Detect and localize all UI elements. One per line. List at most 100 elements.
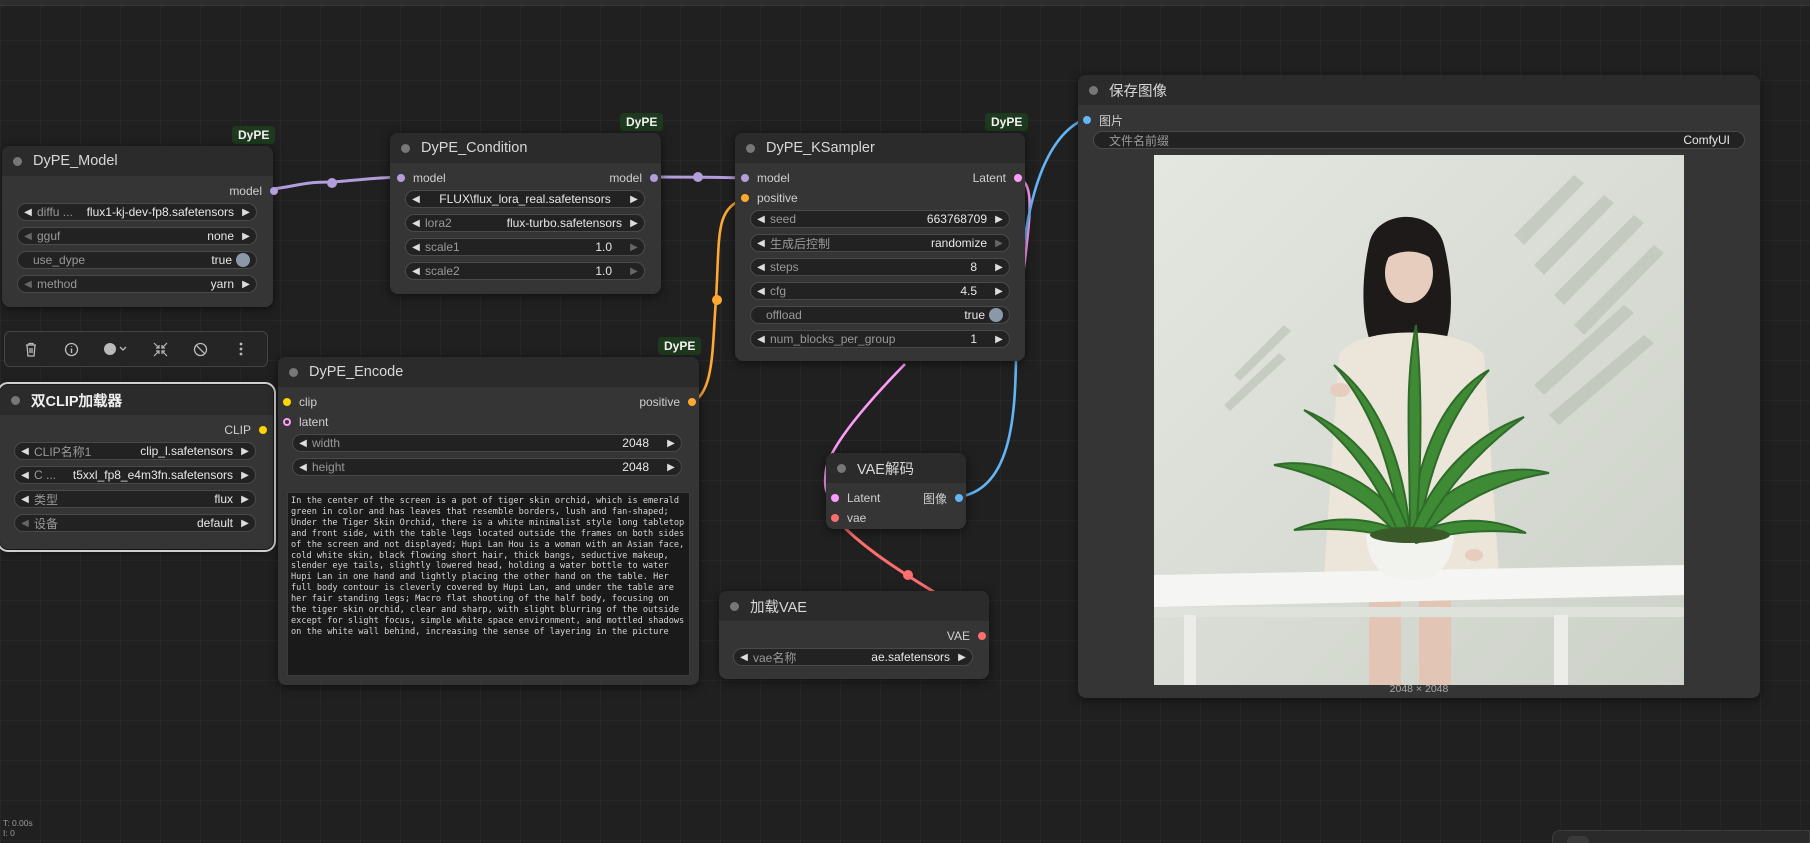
dype-model-title[interactable]: DyPE_Model: [2, 146, 273, 176]
input-pin[interactable]: [831, 494, 839, 502]
arrow-right-icon[interactable]: ▶: [665, 438, 677, 449]
arrow-right-icon[interactable]: ▶: [239, 518, 251, 529]
dype-model-node[interactable]: DyPE_Model model ◀ diffu ... flux1-kj-de…: [2, 146, 278, 307]
input-model[interactable]: model: [741, 169, 790, 187]
input-clip[interactable]: clip: [283, 393, 317, 411]
output-clip[interactable]: CLIP: [224, 421, 267, 439]
minimap-toggle[interactable]: [1567, 836, 1589, 843]
widget-diffusion-model[interactable]: ◀ diffu ... flux1-kj-dev-fp8.safetensors…: [17, 203, 257, 221]
widget-gguf[interactable]: ◀ gguf none ▶: [17, 227, 257, 245]
widget-height[interactable]: ◀ height 2048 ▶: [292, 458, 682, 476]
info-icon[interactable]: [58, 336, 84, 362]
dype-condition-node[interactable]: DyPE_Condition model model ◀ FLUX\flux_l…: [390, 133, 661, 294]
arrow-right-icon[interactable]: ▶: [993, 238, 1005, 249]
input-images[interactable]: 图片: [1083, 111, 1123, 129]
arrow-right-icon[interactable]: ▶: [239, 446, 251, 457]
arrow-left-icon[interactable]: ◀: [22, 231, 34, 242]
input-pin[interactable]: [741, 194, 749, 202]
arrow-left-icon[interactable]: ◀: [410, 266, 422, 277]
arrow-left-icon[interactable]: ◀: [738, 652, 750, 663]
widget-seed[interactable]: ◀ seed 663768709 ▶: [750, 210, 1010, 228]
arrow-left-icon[interactable]: ◀: [297, 438, 309, 449]
collapse-dot-icon[interactable]: [13, 156, 22, 166]
arrow-right-icon[interactable]: ▶: [993, 334, 1005, 345]
output-model[interactable]: model: [229, 182, 278, 200]
load-vae-node[interactable]: 加载VAE VAE ◀ vae名称 ae.safetensors ▶: [719, 591, 989, 679]
dype-ksampler-node[interactable]: DyPE_KSampler model positive Latent ◀ se…: [735, 133, 1025, 361]
arrow-left-icon[interactable]: ◀: [755, 214, 767, 225]
widget-device[interactable]: ◀ 设备 default ▶: [14, 514, 256, 532]
input-pin[interactable]: [283, 418, 291, 426]
widget-clip-name2[interactable]: ◀ C ... t5xxl_fp8_e4m3fn.safetensors ▶: [14, 466, 256, 484]
widget-filename-prefix[interactable]: 文件名前缀 ComfyUI: [1093, 131, 1745, 149]
arrow-right-icon[interactable]: ▶: [628, 194, 640, 205]
reroute-model-1[interactable]: [327, 178, 337, 188]
widget-use-dype[interactable]: use_dype true: [17, 251, 257, 269]
widget-cfg[interactable]: ◀ cfg 4.5 ▶: [750, 282, 1010, 300]
arrow-right-icon[interactable]: ▶: [993, 286, 1005, 297]
collapse-dot-icon[interactable]: [1089, 85, 1098, 95]
dype-encode-title[interactable]: DyPE_Encode: [278, 357, 699, 387]
color-icon[interactable]: [99, 336, 133, 362]
output-positive[interactable]: positive: [639, 393, 696, 411]
arrow-right-icon[interactable]: ▶: [240, 231, 252, 242]
arrow-left-icon[interactable]: ◀: [410, 242, 422, 253]
input-pin[interactable]: [831, 514, 839, 522]
dual-clip-loader-node[interactable]: 双CLIP加载器 CLIP ◀ CLIP名称1 clip_l.safetenso…: [0, 382, 276, 552]
vae-decode-title[interactable]: VAE解码: [826, 453, 966, 483]
arrow-right-icon[interactable]: ▶: [239, 470, 251, 481]
arrow-right-icon[interactable]: ▶: [240, 207, 252, 218]
input-model[interactable]: model: [397, 169, 446, 187]
more-icon[interactable]: [228, 336, 254, 362]
save-image-title[interactable]: 保存图像: [1078, 75, 1760, 105]
collapse-dot-icon[interactable]: [746, 143, 755, 153]
collapse-dot-icon[interactable]: [730, 601, 739, 611]
input-vae[interactable]: vae: [831, 509, 866, 527]
dype-encode-node[interactable]: DyPE_Encode clip latent positive ◀ width…: [278, 357, 699, 685]
input-pin[interactable]: [741, 174, 749, 182]
input-pin[interactable]: [1083, 116, 1091, 124]
input-latent[interactable]: Latent: [831, 489, 880, 507]
preview-image[interactable]: [1154, 155, 1684, 685]
widget-scale1[interactable]: ◀ scale1 1.0 ▶: [405, 238, 645, 256]
widget-width[interactable]: ◀ width 2048 ▶: [292, 434, 682, 452]
widget-lora2[interactable]: ◀ lora2 flux-turbo.safetensors ▶: [405, 214, 645, 232]
widget-vae-name[interactable]: ◀ vae名称 ae.safetensors ▶: [733, 648, 973, 666]
arrow-left-icon[interactable]: ◀: [755, 238, 767, 249]
arrow-right-icon[interactable]: ▶: [993, 262, 1005, 273]
widget-method[interactable]: ◀ method yarn ▶: [17, 275, 257, 293]
widget-lora1[interactable]: ◀ FLUX\flux_lora_real.safetensors ▶: [405, 190, 645, 208]
toggle-knob-icon[interactable]: [236, 253, 250, 267]
collapse-dot-icon[interactable]: [401, 143, 410, 153]
arrow-left-icon[interactable]: ◀: [410, 218, 422, 229]
arrow-right-icon[interactable]: ▶: [956, 652, 968, 663]
minimap-panel[interactable]: [1552, 830, 1810, 843]
output-image[interactable]: 图像: [923, 489, 963, 507]
arrow-left-icon[interactable]: ◀: [22, 207, 34, 218]
output-pin[interactable]: [650, 174, 658, 182]
arrow-left-icon[interactable]: ◀: [19, 470, 31, 481]
input-positive[interactable]: positive: [741, 189, 798, 207]
arrow-left-icon[interactable]: ◀: [19, 446, 31, 457]
output-pin[interactable]: [270, 187, 278, 195]
output-vae[interactable]: VAE: [947, 627, 986, 645]
reroute-vae[interactable]: [903, 570, 913, 580]
input-pin[interactable]: [397, 174, 405, 182]
bypass-icon[interactable]: [187, 336, 213, 362]
output-pin[interactable]: [1014, 174, 1022, 182]
widget-offload[interactable]: offload true: [750, 306, 1010, 324]
arrow-right-icon[interactable]: ▶: [239, 494, 251, 505]
output-latent[interactable]: Latent: [973, 169, 1022, 187]
arrow-right-icon[interactable]: ▶: [240, 279, 252, 290]
arrow-left-icon[interactable]: ◀: [755, 262, 767, 273]
arrow-right-icon[interactable]: ▶: [993, 214, 1005, 225]
arrow-left-icon[interactable]: ◀: [22, 279, 34, 290]
dype-condition-title[interactable]: DyPE_Condition: [390, 133, 661, 163]
arrow-right-icon[interactable]: ▶: [628, 218, 640, 229]
widget-type[interactable]: ◀ 类型 flux ▶: [14, 490, 256, 508]
arrow-left-icon[interactable]: ◀: [297, 462, 309, 473]
collapse-icon[interactable]: [147, 336, 173, 362]
arrow-left-icon[interactable]: ◀: [755, 286, 767, 297]
collapse-dot-icon[interactable]: [11, 395, 20, 405]
arrow-left-icon[interactable]: ◀: [755, 334, 767, 345]
